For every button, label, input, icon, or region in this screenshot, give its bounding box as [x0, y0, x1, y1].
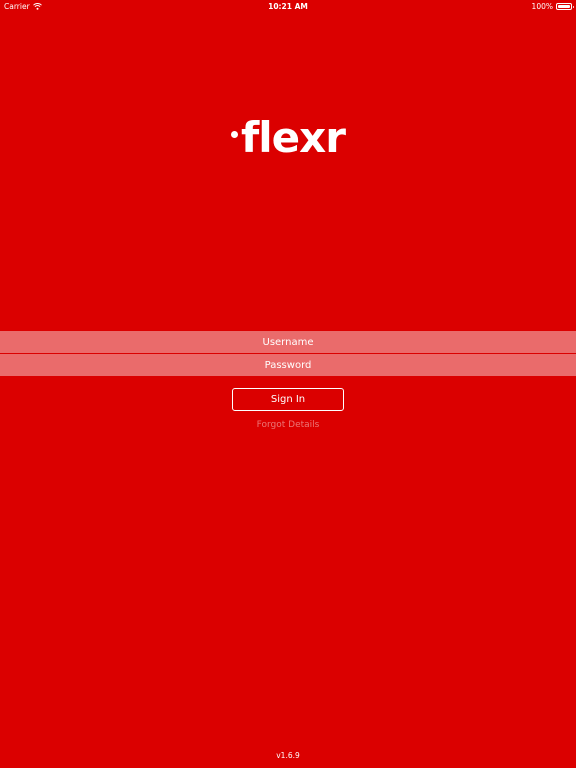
- logo-dot: [231, 130, 239, 138]
- status-right: 100%: [531, 2, 574, 11]
- app-logo: flexr: [0, 113, 576, 163]
- status-bar: Carrier 10:21 AM 100%: [0, 0, 576, 14]
- version-label: v1.6.9: [276, 751, 300, 760]
- password-input[interactable]: [0, 354, 576, 376]
- battery-fill: [558, 5, 570, 8]
- logo-text: flexr: [241, 113, 346, 162]
- username-input[interactable]: [0, 331, 576, 353]
- forgot-details-link[interactable]: Forgot Details: [0, 420, 576, 430]
- battery-icon: [556, 3, 574, 10]
- battery-percent: 100%: [531, 2, 553, 11]
- status-time: 10:21 AM: [268, 2, 308, 11]
- sign-in-button[interactable]: Sign In: [232, 388, 344, 411]
- sign-in-label: Sign In: [270, 394, 306, 405]
